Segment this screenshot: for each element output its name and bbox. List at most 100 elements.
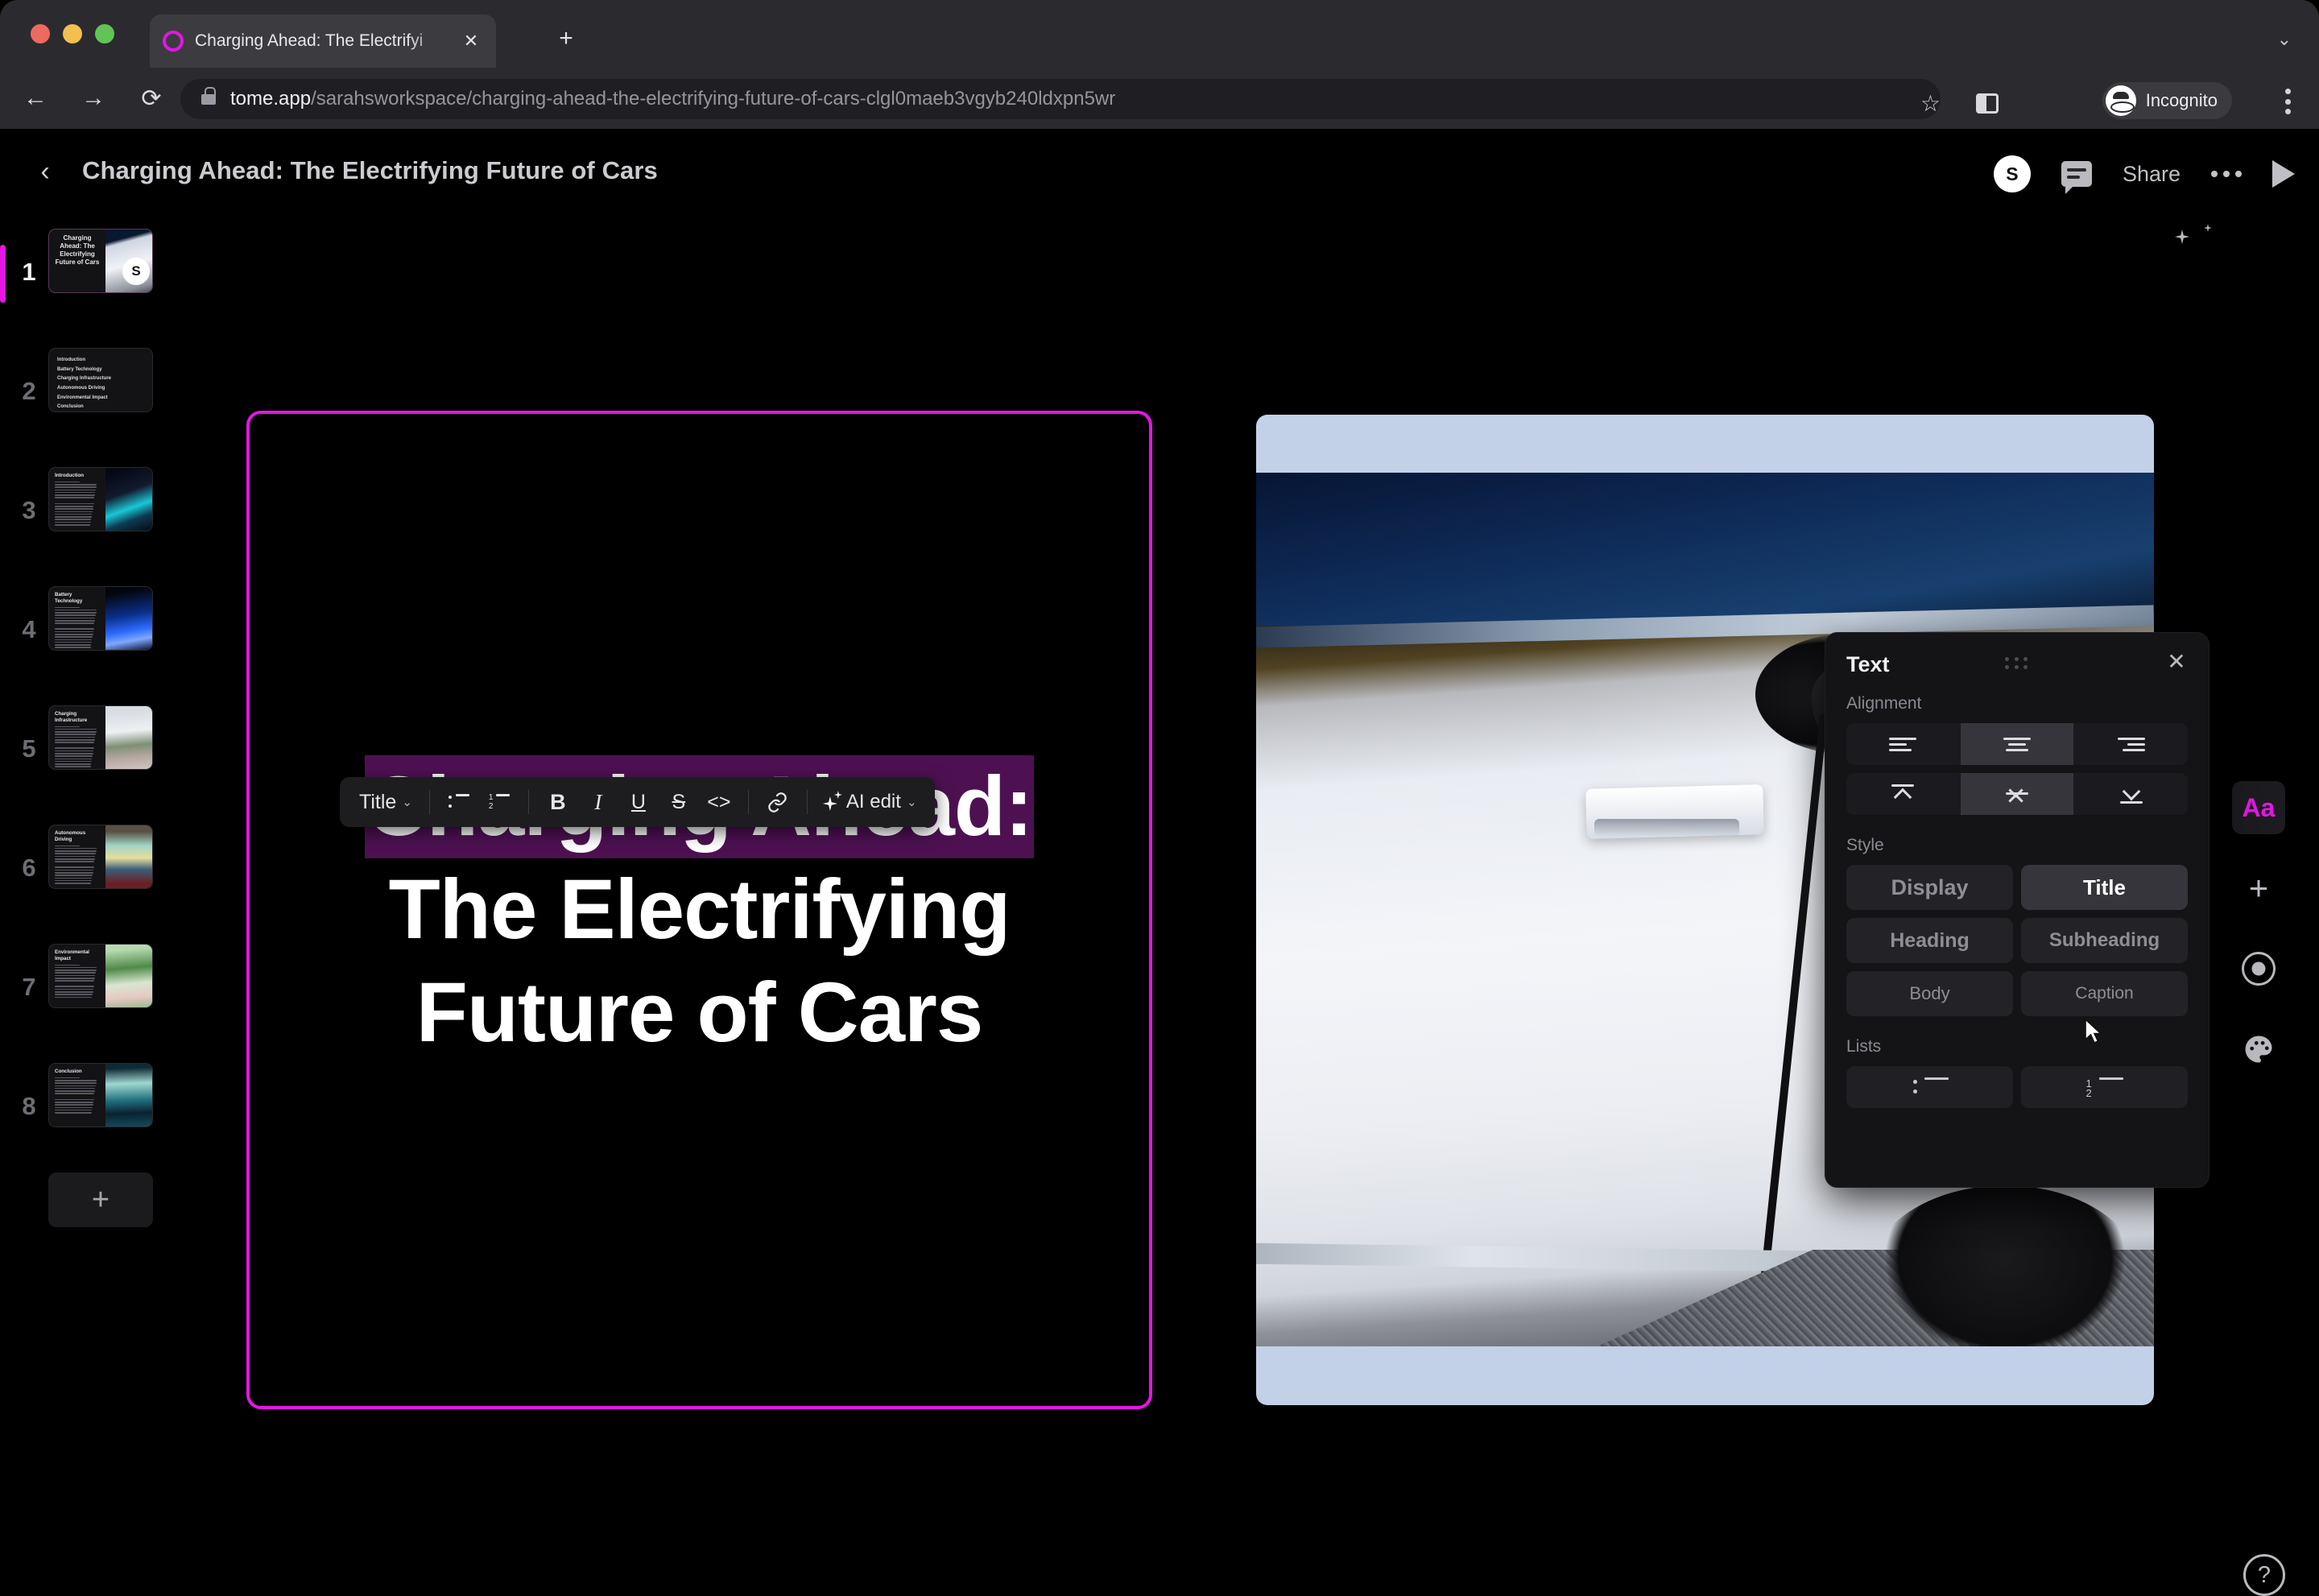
slide-thumbnail-2[interactable]: 2 Introduction Battery Technology Charging …	[0, 337, 169, 456]
style-subheading-button[interactable]: Subheading	[2021, 918, 2188, 963]
underline-button[interactable]: U	[620, 784, 657, 821]
numbered-list-button[interactable]: 12	[2021, 1066, 2188, 1108]
back-icon[interactable]: ←	[13, 76, 58, 121]
collaborator-avatar[interactable]: S	[122, 258, 150, 285]
help-button[interactable]: ?	[2243, 1554, 2285, 1596]
reload-icon[interactable]: ⟳	[129, 76, 174, 121]
slide-thumbnail-4[interactable]: 4 Battery Technology	[0, 575, 169, 694]
slide-list: 1 Charging Ahead: The Electrifying Future…	[0, 217, 169, 1171]
slide-thumbnail-preview: Introduction Battery Technology Charging I…	[48, 348, 153, 412]
theme-tool-button[interactable]	[2232, 1023, 2285, 1076]
panel-title: Text	[1846, 652, 1890, 676]
align-right-button[interactable]	[2075, 723, 2188, 765]
avatar[interactable]: S	[1993, 155, 2031, 192]
new-tab-button[interactable]: +	[552, 27, 581, 56]
close-window-button[interactable]	[31, 24, 50, 43]
header-actions: S Share	[1993, 145, 2295, 203]
ai-edit-label: AI edit	[845, 791, 901, 812]
present-play-icon[interactable]	[2272, 160, 2295, 188]
style-body-button[interactable]: Body	[1846, 971, 2013, 1016]
window-traffic-lights	[31, 24, 114, 43]
text-tool-button[interactable]: Aa	[2232, 781, 2285, 834]
style-caption-button[interactable]: Caption	[2021, 971, 2188, 1016]
numbered-list-button[interactable]: 12	[481, 784, 518, 821]
bold-button[interactable]: B	[539, 784, 577, 821]
more-options-icon[interactable]	[2211, 171, 2242, 177]
align-bottom-button[interactable]	[2075, 773, 2188, 815]
title-line-2[interactable]: The Electrifying	[282, 858, 1117, 961]
browser-tab[interactable]: Charging Ahead: The Electrifyi ✕	[150, 14, 496, 68]
bookmark-star-icon[interactable]: ☆	[1920, 90, 1941, 117]
align-top-button[interactable]	[1846, 773, 1959, 815]
slide-thumbnail-7[interactable]: 7 Environmental Impact	[0, 932, 169, 1052]
align-left-button[interactable]	[1846, 723, 1959, 765]
thumbnail-title: Conclusion	[55, 1069, 82, 1074]
thumbnail-title: Introduction	[55, 473, 85, 478]
incognito-profile-chip[interactable]: Incognito	[2102, 82, 2232, 119]
incognito-icon	[2105, 85, 2136, 116]
link-icon	[768, 792, 787, 812]
bulleted-list-button[interactable]	[1846, 1066, 2013, 1108]
slide-thumbnail-1[interactable]: 1 Charging Ahead: The Electrifying Future…	[0, 217, 169, 337]
record-tool-button[interactable]	[2232, 942, 2285, 995]
thumbnail-body-lines	[55, 1077, 100, 1114]
toolbar-divider	[806, 790, 808, 814]
slide-thumbnail-sidebar[interactable]: 1 Charging Ahead: The Electrifying Future…	[0, 217, 169, 1449]
strikethrough-button[interactable]: S	[660, 784, 697, 821]
ai-edit-button[interactable]: AI edit ⌄	[818, 784, 922, 821]
text-properties-panel[interactable]: Text ✕ Alignment Style Display Title Hea…	[1825, 632, 2209, 1188]
horizontal-alignment-group[interactable]	[1846, 723, 2188, 765]
thumbnail-title: Charging Infrastructure	[55, 711, 88, 723]
slide-text-card[interactable]: Charging Ahead: The Electrifying Future …	[246, 411, 1152, 1409]
address-bar[interactable]: tome.app /sarahsworkspace/charging-ahead…	[180, 79, 1941, 119]
text-style-grid[interactable]: Display Title Heading Subheading Body Caption	[1846, 865, 2188, 1016]
page-title[interactable]: Charging Ahead: The Electrifying Future …	[82, 156, 658, 185]
tome-app: ‹ Charging Ahead: The Electrifying Futur…	[0, 129, 2319, 1596]
side-panel-icon[interactable]	[1976, 93, 1999, 114]
slide-number: 6	[22, 854, 36, 882]
bulleted-list-button[interactable]	[440, 784, 477, 821]
vertical-alignment-group[interactable]	[1846, 773, 2188, 815]
italic-button[interactable]: I	[580, 784, 617, 821]
slide-thumbnail-5[interactable]: 5 Charging Infrastructure	[0, 694, 169, 813]
forward-icon[interactable]: →	[71, 76, 116, 121]
slide-thumbnail-3[interactable]: 3 Introduction	[0, 456, 169, 575]
slide-thumbnail-8[interactable]: 8 Conclusion	[0, 1052, 169, 1171]
style-dropdown[interactable]: Title ⌄	[353, 784, 419, 821]
close-tab-icon[interactable]: ✕	[459, 29, 483, 53]
title-line-3[interactable]: Future of Cars	[282, 961, 1117, 1065]
list-style-group[interactable]: 12	[1846, 1066, 2188, 1108]
browser-navigation-bar: ← → ⟳ tome.app /sarahsworkspace/charging…	[0, 68, 2319, 129]
thumbnail-image	[105, 1064, 152, 1127]
style-display-button[interactable]: Display	[1846, 865, 2013, 910]
tab-title: Charging Ahead: The Electrifyi	[195, 31, 424, 50]
align-top-icon	[1889, 784, 1916, 807]
style-title-button[interactable]: Title	[2021, 865, 2188, 910]
minimize-window-button[interactable]	[63, 24, 82, 43]
align-bottom-icon	[2118, 782, 2145, 804]
lists-label: Lists	[1846, 1037, 1882, 1056]
align-center-button[interactable]	[1961, 723, 2073, 765]
thumbnail-title: Charging Ahead: The Electrifying Future …	[55, 234, 100, 266]
add-tool-button[interactable]: +	[2232, 862, 2285, 915]
bulleted-list-icon	[448, 794, 469, 810]
align-middle-button[interactable]	[1961, 773, 2073, 815]
slide-thumbnail-6[interactable]: 6 Autonomous Driving	[0, 813, 169, 932]
code-button[interactable]: <>	[701, 784, 738, 821]
thumbnail-text: Conclusion	[49, 1064, 105, 1127]
share-button[interactable]: Share	[2123, 162, 2181, 187]
slide-thumbnail-preview: Autonomous Driving	[48, 825, 153, 889]
back-to-workspace-button[interactable]: ‹	[29, 153, 61, 190]
close-icon[interactable]: ✕	[2164, 651, 2189, 676]
incognito-label: Incognito	[2145, 90, 2218, 110]
link-button[interactable]	[759, 784, 796, 821]
comment-icon[interactable]	[2061, 161, 2092, 194]
maximize-window-button[interactable]	[95, 24, 114, 43]
ai-tool-button[interactable]	[2166, 217, 2219, 271]
add-slide-button[interactable]: +	[48, 1172, 153, 1227]
drag-handle-icon[interactable]	[2005, 657, 2029, 669]
style-heading-button[interactable]: Heading	[1846, 918, 2013, 963]
chevron-down-icon[interactable]: ⌄	[2277, 29, 2292, 50]
browser-menu-icon[interactable]	[2285, 89, 2292, 114]
text-format-toolbar[interactable]: Title ⌄ 12 B I U S <> AI edit ⌄	[340, 777, 935, 827]
